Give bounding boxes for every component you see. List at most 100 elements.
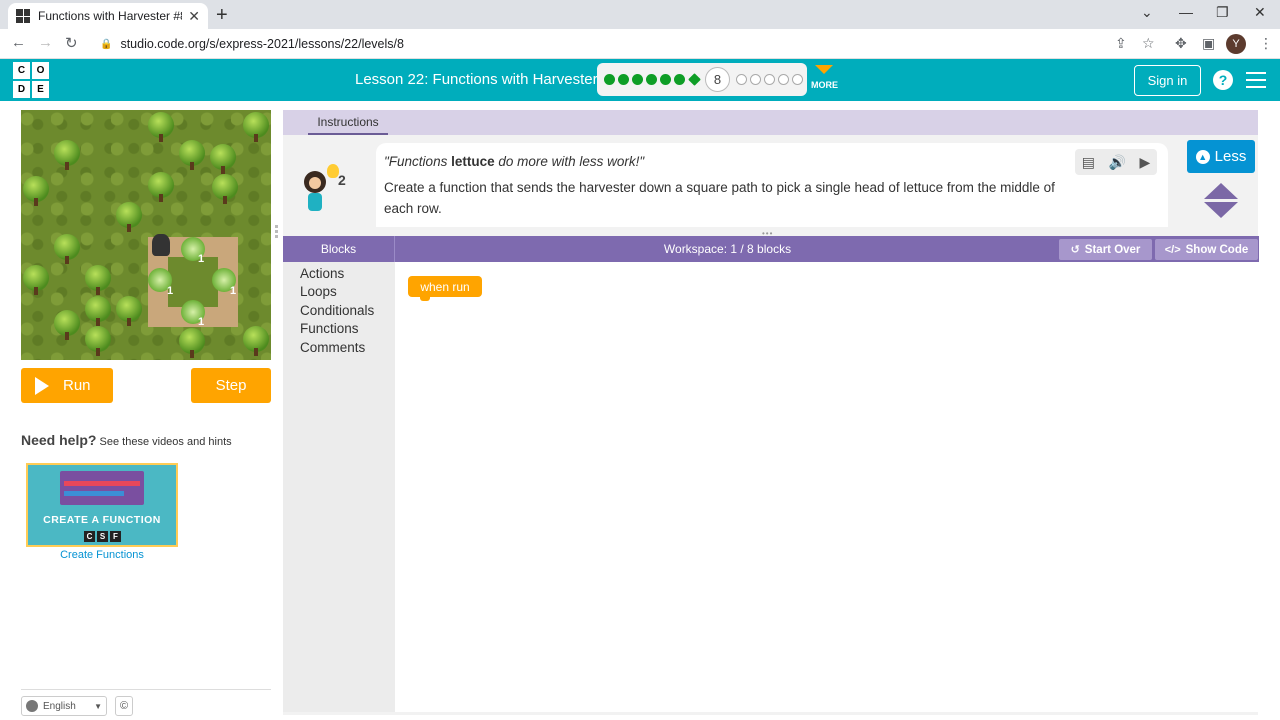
tree-icon	[54, 310, 80, 340]
share-icon[interactable]: ⇪	[1115, 35, 1127, 52]
level-dot-empty[interactable]	[792, 74, 803, 85]
level-dot-completed[interactable]	[660, 74, 671, 85]
level-diamond-completed[interactable]	[688, 73, 701, 86]
step-button[interactable]: Step	[191, 368, 271, 403]
level-dot-empty[interactable]	[764, 74, 775, 85]
current-level-bubble[interactable]: 8	[705, 67, 730, 92]
tree-icon	[23, 265, 49, 295]
level-dot-empty[interactable]	[736, 74, 747, 85]
tab-search-icon[interactable]: ⌄	[1141, 4, 1153, 21]
sign-in-button[interactable]: Sign in	[1134, 65, 1201, 96]
back-arrow-icon[interactable]: ←	[11, 34, 26, 51]
workspace-block-count: Workspace: 1 / 8 blocks	[663, 242, 792, 256]
harvester-character	[152, 234, 170, 256]
logo-letter: D	[13, 81, 30, 98]
level-dot-empty[interactable]	[778, 74, 789, 85]
lock-icon: 🔒	[100, 38, 113, 50]
profile-avatar[interactable]: Y	[1226, 34, 1246, 54]
play-audio-icon[interactable]: ▶	[1139, 154, 1150, 171]
tree-icon	[148, 172, 174, 202]
reload-icon[interactable]: ↻	[65, 34, 78, 52]
code-org-logo[interactable]: C O D E	[13, 62, 49, 98]
browser-tab[interactable]: Functions with Harvester #8 | Exp ✕	[8, 3, 208, 29]
forward-arrow-icon[interactable]: →	[38, 34, 53, 51]
hamburger-menu-icon[interactable]	[1246, 72, 1266, 93]
show-code-button[interactable]: </> Show Code	[1155, 239, 1258, 260]
more-button[interactable]: MORE	[811, 65, 838, 90]
browser-menu-icon[interactable]: ⋮	[1259, 35, 1273, 52]
tree-icon	[212, 174, 238, 204]
minimize-icon[interactable]: —	[1179, 4, 1193, 20]
immersive-reader-icon[interactable]: ▤	[1082, 154, 1095, 171]
side-panel-icon[interactable]: ▣	[1202, 35, 1215, 52]
run-button[interactable]: Run	[21, 368, 113, 403]
code-org-favicon-icon	[16, 9, 30, 23]
level-dot-completed[interactable]	[604, 74, 615, 85]
start-over-button[interactable]: ↺ Start Over	[1059, 239, 1152, 260]
lettuce-count: 1	[167, 285, 174, 297]
badge-letter: F	[110, 531, 121, 542]
maximize-icon[interactable]: ❐	[1216, 4, 1229, 21]
chevron-down-icon: ▼	[94, 701, 102, 711]
tab-instructions[interactable]: Instructions	[308, 110, 388, 135]
address-bar: ← → ↻ 🔒 studio.code.org/s/express-2021/l…	[0, 29, 1280, 59]
speaker-icon[interactable]: 🔊	[1109, 154, 1126, 171]
tab-title: Functions with Harvester #8 | Exp	[38, 9, 182, 23]
panel-resize-handle[interactable]	[275, 225, 279, 245]
chevron-down-icon	[815, 65, 833, 74]
tab-close-icon[interactable]: ✕	[188, 8, 200, 25]
csf-badge: C S F	[84, 531, 121, 542]
tree-icon	[243, 326, 269, 356]
start-over-label: Start Over	[1084, 243, 1141, 256]
instructions-resize-icon[interactable]	[1204, 183, 1238, 219]
help-icon[interactable]: ?	[1213, 70, 1233, 90]
bookmark-star-icon[interactable]: ☆	[1142, 35, 1155, 52]
blocks-header-label: Blocks	[283, 236, 395, 262]
instructions-text: Create a function that sends the harvest…	[384, 180, 1055, 216]
avatar-character-icon	[300, 163, 330, 213]
window-close-icon[interactable]: ✕	[1254, 4, 1266, 21]
need-help-subtitle: See these videos and hints	[99, 436, 232, 448]
toolbox-category-actions[interactable]: Actions	[300, 266, 344, 281]
new-tab-button[interactable]: +	[216, 4, 228, 27]
tree-icon	[54, 140, 80, 170]
level-dot-empty[interactable]	[750, 74, 761, 85]
tree-icon	[179, 140, 205, 170]
level-dot-completed[interactable]	[618, 74, 629, 85]
toolbox-category-conditionals[interactable]: Conditionals	[300, 303, 374, 318]
hint-count: 2	[338, 172, 346, 188]
show-code-label: Show Code	[1185, 243, 1249, 256]
tree-icon	[85, 265, 111, 295]
toolbox-category-functions[interactable]: Functions	[300, 321, 359, 336]
when-run-block[interactable]: when run	[408, 276, 482, 301]
code-icon: </>	[1164, 243, 1181, 256]
toolbox-category-loops[interactable]: Loops	[300, 284, 337, 299]
quote-after: do more with less work!"	[494, 154, 645, 169]
lesson-title[interactable]: Lesson 22: Functions with Harvester	[355, 71, 598, 88]
url-field[interactable]: 🔒 studio.code.org/s/express-2021/lessons…	[92, 32, 1142, 56]
play-icon	[35, 376, 49, 395]
undo-icon: ↺	[1070, 244, 1080, 256]
video-caption-link[interactable]: Create Functions	[26, 549, 178, 561]
level-dot-completed[interactable]	[632, 74, 643, 85]
lettuce-count: 1	[198, 253, 205, 265]
language-select[interactable]: English ▼	[21, 696, 107, 716]
copyright-button[interactable]: ©	[115, 696, 133, 716]
tree-icon	[116, 296, 142, 326]
language-value: English	[43, 700, 76, 712]
lettuce-count: 1	[230, 285, 237, 297]
browser-tab-bar: Functions with Harvester #8 | Exp ✕ + ⌄ …	[0, 0, 1280, 29]
toolbox-category-comments[interactable]: Comments	[300, 340, 365, 355]
less-label: Less	[1214, 148, 1247, 165]
tree-icon	[210, 144, 236, 174]
need-help-title: Need help?	[21, 432, 97, 448]
workspace-canvas[interactable]	[395, 262, 1259, 712]
tree-icon	[243, 112, 269, 142]
level-dot-completed[interactable]	[646, 74, 657, 85]
video-thumbnail[interactable]: CREATE A FUNCTION C S F	[26, 463, 178, 547]
game-canvas[interactable]: 1 1 1 1	[21, 110, 271, 360]
extensions-icon[interactable]: ✥	[1175, 35, 1187, 52]
less-button[interactable]: ▲ Less	[1187, 140, 1255, 173]
lettuce-count: 1	[198, 316, 205, 328]
level-dot-completed[interactable]	[674, 74, 685, 85]
